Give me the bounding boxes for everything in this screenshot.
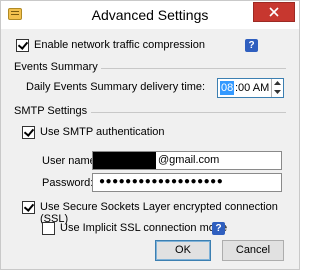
password-value: ●●●●●●●●●●●●●●●●●●● [99,176,224,187]
close-icon [269,7,279,17]
password-label: Password: [42,177,94,189]
username-label: User name: [42,155,99,167]
password-field[interactable]: ●●●●●●●●●●●●●●●●●●● [92,173,282,192]
smtp-auth-checkbox[interactable] [22,126,35,139]
smtp-auth-label: Use SMTP authentication [40,126,165,138]
username-field[interactable]: @gmail.com [92,151,282,170]
dialog-body: Enable network traffic compression ? Eve… [1,29,299,269]
time-rest-segment: :00 AM [235,82,270,94]
events-summary-section-label: Events Summary [14,61,98,73]
implicit-ssl-label: Use Implicit SSL connection mode [60,222,228,234]
ok-button[interactable]: OK [155,240,211,261]
ssl-checkbox[interactable] [22,201,35,214]
help-icon[interactable]: ? [212,222,225,235]
delivery-time-label: Daily Events Summary delivery time: [26,81,206,93]
events-summary-divider [101,68,286,69]
spin-down-icon[interactable] [272,88,283,96]
username-redaction [93,152,156,169]
username-value: @gmail.com [158,154,220,166]
time-spinner[interactable] [271,79,283,97]
close-button[interactable] [253,2,295,22]
cancel-button[interactable]: Cancel [222,240,284,261]
compression-checkbox[interactable] [16,39,29,52]
advanced-settings-dialog: Advanced Settings Enable network traffic… [0,0,300,270]
help-icon[interactable]: ? [245,39,258,52]
smtp-section-label: SMTP Settings [14,105,88,117]
title-bar: Advanced Settings [1,1,299,29]
spin-up-icon[interactable] [272,79,283,87]
smtp-divider [91,112,286,113]
implicit-ssl-checkbox[interactable] [42,222,55,235]
delivery-time-picker[interactable]: 08 :00 AM [217,78,284,98]
time-hour-segment[interactable]: 08 [220,81,235,95]
compression-label: Enable network traffic compression [34,39,205,51]
